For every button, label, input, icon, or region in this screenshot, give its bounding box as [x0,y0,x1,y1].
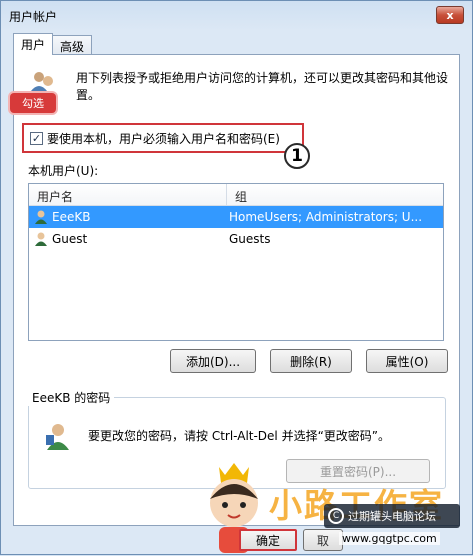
local-users-label: 本机用户(U): [28,164,99,178]
close-button[interactable]: x [436,6,464,24]
remove-user-button[interactable]: 删除(R) [270,349,352,373]
close-icon: x [446,8,454,22]
ok-button[interactable]: 确定 [239,529,297,551]
intro-text: 用下列表授予或拒绝用户访问您的计算机，还可以更改其密码和其他设置。 [76,71,449,102]
column-header-group[interactable]: 组 [227,184,255,205]
properties-button[interactable]: 属性(O) [366,349,448,373]
check-callout: 勾选 [10,93,56,113]
watermark-site-url: www.gqgtpc.com [339,532,440,545]
password-instruction: 要更改您的密码，请按 Ctrl-Alt-Del 并选择“更改密码”。 [88,429,391,443]
user-icon [35,210,47,224]
cancel-button[interactable]: 取 [303,529,343,551]
row-group: HomeUsers; Administrators; U... [229,210,423,224]
forum-name: 过期罐头电脑论坛 [348,510,436,523]
window-title: 用户帐户 [9,10,58,24]
user-accounts-window: 用户帐户 x 用户 高级 用下列表授予或拒绝用户访问您的计算机，还可以更改其密码… [0,0,473,555]
require-password-label[interactable]: 要使用本机，用户必须输入用户名和密码(E) [47,130,280,147]
require-password-row[interactable]: ✓ 要使用本机，用户必须输入用户名和密码(E) [22,123,304,153]
forum-logo-icon: C [328,508,344,524]
user-icon [35,232,47,246]
password-group-title: EeeKB 的密码 [28,389,115,406]
require-password-checkbox[interactable]: ✓ [30,131,43,145]
list-header: 用户名 组 [29,184,443,206]
add-user-button[interactable]: 添加(D)... [170,349,256,373]
table-row[interactable]: Guest Guests [29,228,443,250]
row-username: EeeKB [52,210,91,224]
step-number-badge: 1 [284,143,310,169]
local-users-list[interactable]: 用户名 组 EeeKB HomeUsers; Administrators; U… [28,183,444,341]
users-tab-panel: 用下列表授予或拒绝用户访问您的计算机，还可以更改其密码和其他设置。 勾选 ✓ 要… [10,54,460,526]
forum-logo-badge: C 过期罐头电脑论坛 [324,504,460,528]
tab-advanced[interactable]: 高级 [52,35,93,55]
column-header-username[interactable]: 用户名 [29,184,227,205]
title-bar: 用户帐户 x [1,1,472,31]
tab-users[interactable]: 用户 [13,33,54,55]
tab-strip: 用户 高级 [13,33,93,55]
user-password-icon [46,424,69,450]
table-row[interactable]: EeeKB HomeUsers; Administrators; U... [29,206,443,228]
row-username: Guest [52,232,88,246]
row-group: Guests [229,232,271,246]
